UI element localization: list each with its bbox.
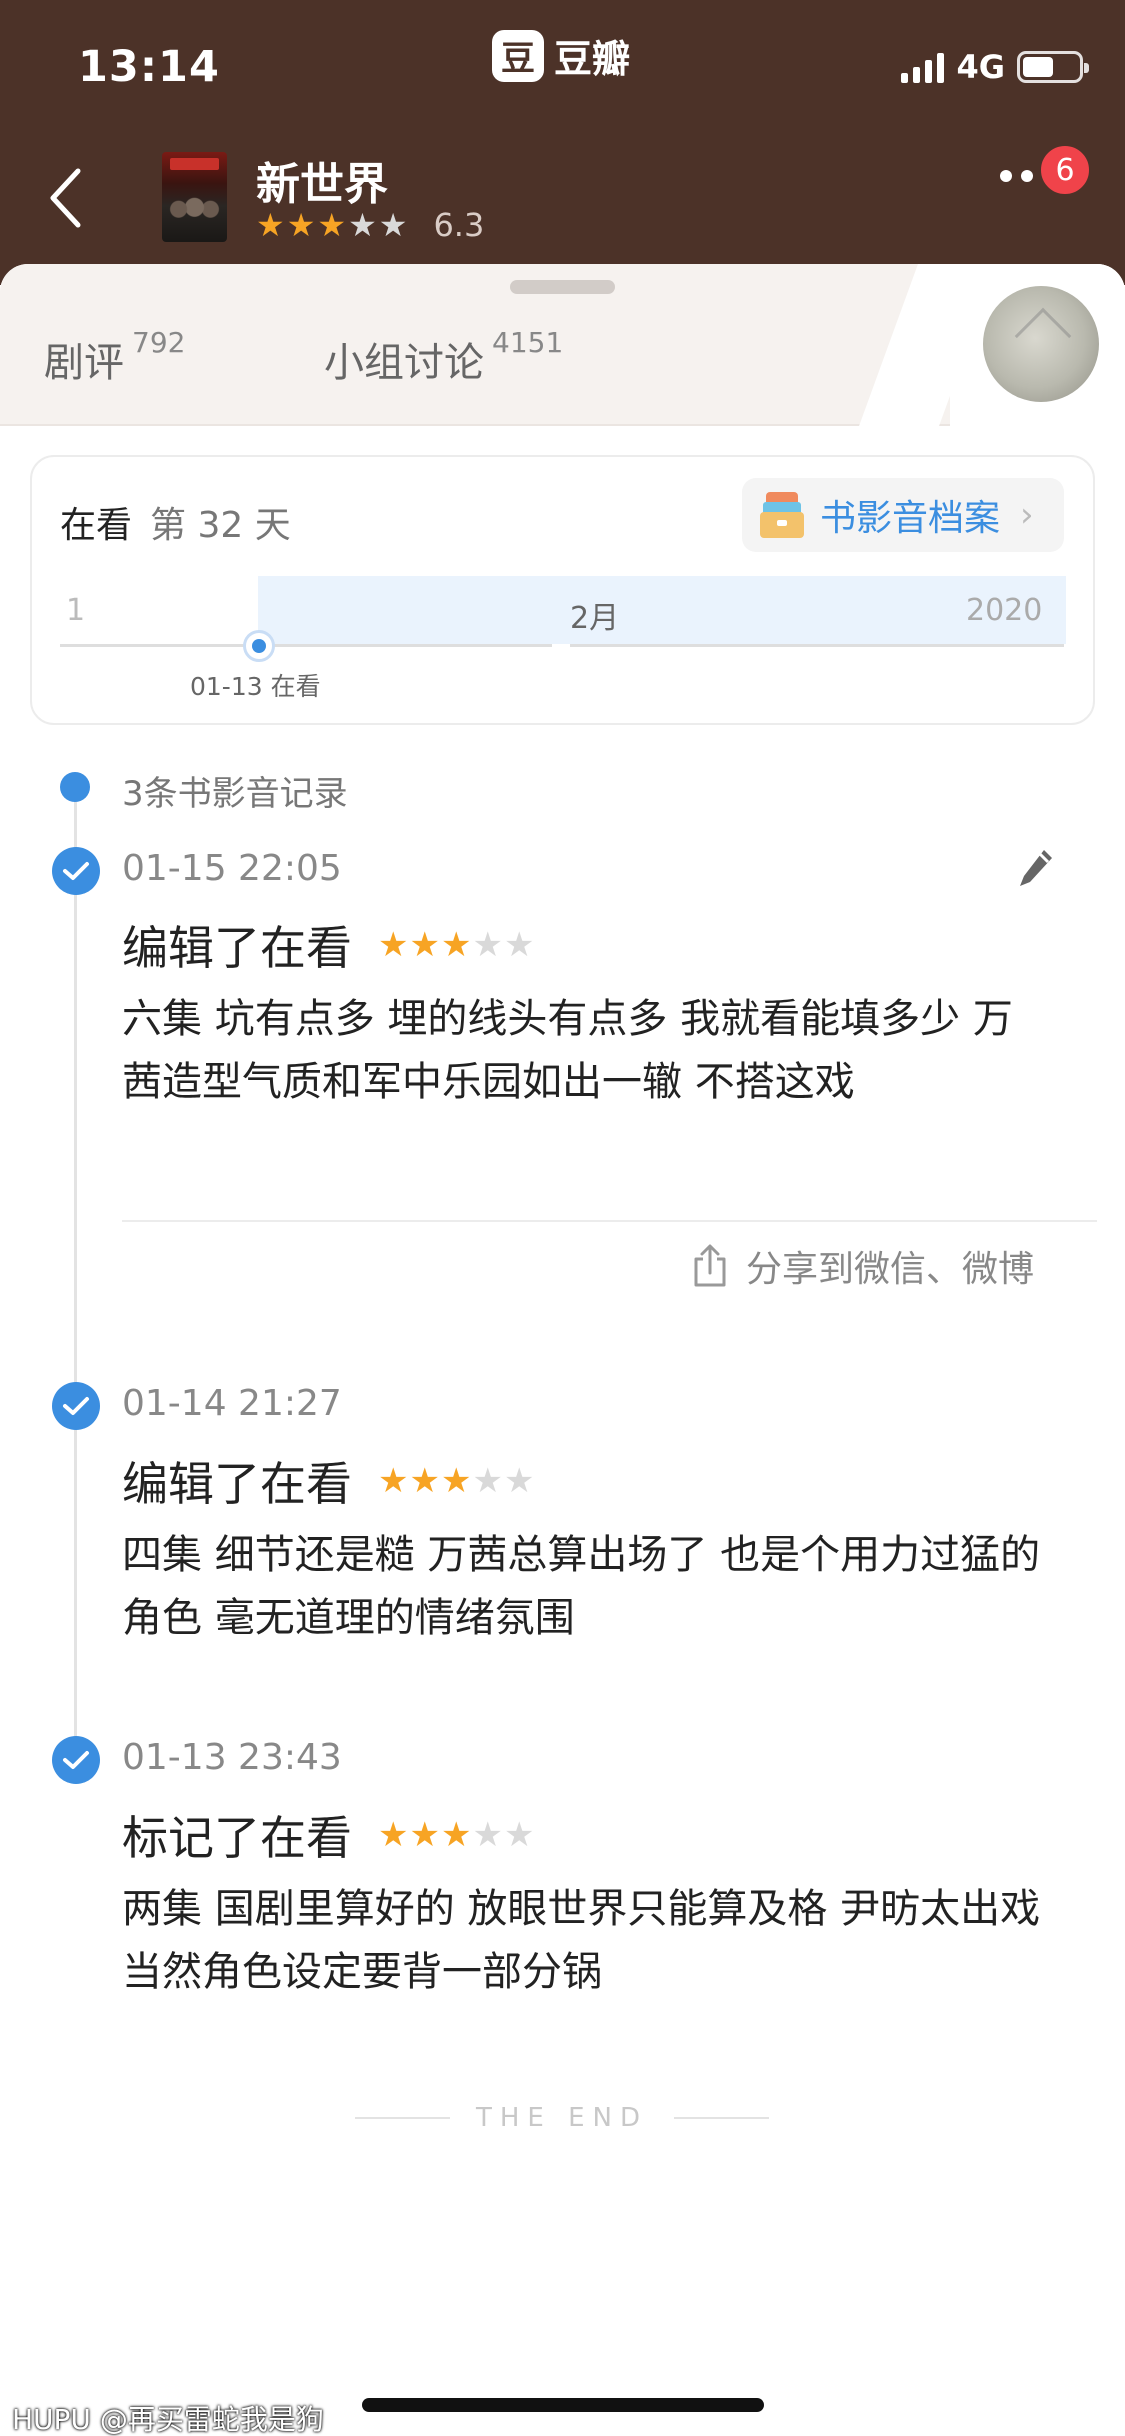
end-text: THE END — [475, 2103, 649, 2133]
movie-poster[interactable] — [162, 152, 227, 242]
entry-action-label: 编辑了在看 — [122, 1457, 352, 1511]
timeline-track — [570, 644, 1064, 647]
share-button[interactable]: 分享到微信、微博 — [690, 1240, 1034, 1292]
star-icon: ★ — [503, 1461, 535, 1501]
back-button[interactable] — [40, 158, 90, 238]
watermark: HUPU @再买雷蛇我是狗 — [12, 2403, 324, 2436]
end-marker: THE END — [352, 2103, 772, 2133]
entry-action: 标记了在看 ★ ★ ★ ★ ★ — [122, 1802, 534, 1868]
star-icon: ★ — [256, 206, 285, 244]
app-name: 豆瓣 — [554, 37, 631, 81]
divider — [122, 1220, 1097, 1222]
edit-button[interactable] — [1016, 846, 1056, 890]
star-icon: ★ — [503, 925, 535, 965]
entry-time: 01-14 21:27 — [122, 1383, 342, 1424]
status-label: 在看 — [60, 505, 133, 546]
star-icon: ★ — [378, 1461, 409, 1501]
star-icon: ★ — [440, 1461, 472, 1501]
star-icon: ★ — [440, 925, 472, 965]
star-icon: ★ — [378, 1815, 409, 1855]
star-icon: ★ — [503, 1815, 535, 1855]
timeline-month-2: 2月 — [570, 601, 620, 636]
signal-icon — [901, 51, 945, 83]
star-icon: ★ — [440, 1815, 472, 1855]
entry-comment: 两集 国剧里算好的 放眼世界只能算及格 尹昉太出戏 当然角色设定要背一部分锅 — [122, 1886, 1041, 1995]
star-icon: ★ — [472, 1815, 503, 1855]
movie-rating: ★ ★ ★ ★ ★ 6.3 — [256, 206, 484, 244]
timeline-month-1: 1 — [66, 593, 86, 628]
check-icon — [52, 1736, 100, 1784]
network-type: 4G — [956, 48, 1005, 86]
records-timeline-line — [74, 790, 77, 1740]
star-icon: ★ — [409, 1815, 440, 1855]
sheet-grabber[interactable] — [510, 280, 615, 294]
pencil-icon — [1020, 850, 1052, 886]
archive-label: 书影音档案 — [820, 498, 1001, 539]
entry-action: 编辑了在看 ★ ★ ★ ★ ★ — [122, 1448, 534, 1514]
status-indicators: 4G — [901, 48, 1089, 86]
timeline-year: 2020 — [966, 593, 1043, 628]
check-icon — [52, 1382, 100, 1430]
rating-stars: ★ ★ ★ ★ ★ — [256, 209, 407, 241]
more-dots-icon — [1000, 170, 1012, 182]
entry-time: 01-13 23:43 — [122, 1737, 342, 1778]
back-chevron-icon — [50, 168, 81, 228]
entry-action-label: 编辑了在看 — [122, 921, 352, 975]
star-icon: ★ — [378, 925, 409, 965]
tab-reviews-label: 剧评 — [44, 340, 124, 386]
status-time: 13:14 — [78, 42, 220, 92]
star-icon: ★ — [472, 1461, 503, 1501]
tab-group-discussion[interactable]: 小组讨论 4151 — [324, 326, 563, 388]
entry-time: 01-15 22:05 — [122, 848, 342, 889]
star-icon: ★ — [378, 206, 408, 244]
notification-badge: 6 — [1038, 143, 1092, 197]
records-head-dot — [60, 772, 90, 802]
share-icon — [694, 1244, 726, 1287]
home-indicator[interactable] — [362, 2398, 764, 2412]
timeline-marker-label: 01-13 在看 — [190, 672, 321, 701]
chevron-right-icon: › — [1020, 495, 1034, 535]
battery-icon — [1017, 51, 1089, 83]
star-icon: ★ — [286, 206, 316, 244]
entry-action: 编辑了在看 ★ ★ ★ ★ ★ — [122, 912, 534, 978]
share-label: 分享到微信、微博 — [746, 1249, 1035, 1290]
rating-score: 6.3 — [433, 206, 485, 244]
timeline-marker[interactable] — [243, 630, 275, 662]
timeline-track — [60, 644, 552, 647]
app-logo: 豆 豆瓣 — [492, 28, 630, 83]
records-count: 3条书影音记录 — [122, 774, 348, 814]
tab-group-discussion-count: 4151 — [492, 326, 564, 359]
star-icon: ★ — [348, 206, 377, 244]
check-icon — [52, 847, 100, 895]
tab-group-discussion-label: 小组讨论 — [324, 340, 484, 386]
entry-comment: 四集 细节还是糙 万茜总算出场了 也是个用力过猛的角色 毫无道理的情绪氛围 — [122, 1532, 1041, 1641]
star-icon: ★ — [317, 206, 347, 244]
archive-icon — [760, 492, 804, 538]
entry-rating-stars: ★ ★ ★ ★ ★ — [378, 1464, 534, 1498]
star-icon: ★ — [409, 925, 440, 965]
timeline-month-band — [258, 576, 1066, 644]
star-icon: ★ — [472, 925, 503, 965]
entry-comment: 六集 坑有点多 埋的线头有点多 我就看能填多少 万茜造型气质和军中乐园如出一辙 … — [122, 996, 1013, 1105]
star-icon: ★ — [409, 1461, 440, 1501]
tab-reviews-count: 792 — [132, 326, 186, 359]
user-avatar[interactable] — [980, 283, 1102, 405]
app-logo-icon: 豆 — [492, 29, 544, 82]
entry-rating-stars: ★ ★ ★ ★ ★ — [378, 928, 534, 962]
archive-button[interactable]: 书影音档案 › — [742, 478, 1064, 552]
entry-rating-stars: ★ ★ ★ ★ ★ — [378, 1818, 534, 1852]
entry-action-label: 标记了在看 — [122, 1811, 352, 1865]
movie-title[interactable]: 新世界 — [256, 148, 388, 212]
day-count: 第 32 天 — [150, 505, 291, 546]
tab-reviews[interactable]: 剧评 792 — [44, 326, 185, 388]
